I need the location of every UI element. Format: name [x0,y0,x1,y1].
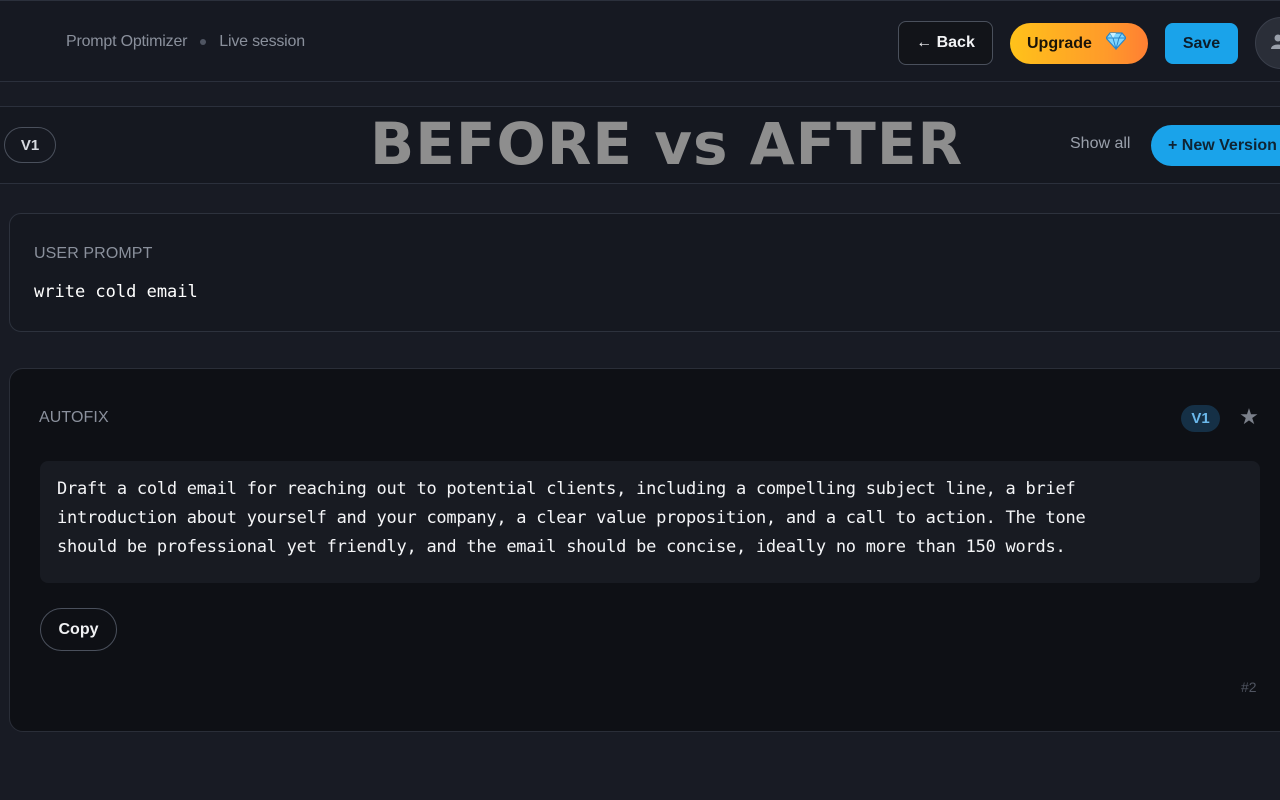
autofix-line-2: introduction about yourself and your com… [57,508,1086,528]
breadcrumb-session: Live session [219,33,305,50]
breadcrumb-separator-dot [200,39,207,45]
autofix-line-1: Draft a cold email for reaching out to p… [57,479,1076,499]
back-button[interactable]: ← Back [898,21,993,65]
upgrade-button-label: Upgrade [1027,34,1092,52]
breadcrumb: Prompt Optimizer Live session [66,33,305,51]
autofix-index: #2 [1241,679,1257,695]
autofix-output: Draft a cold email for reaching out to p… [40,461,1260,583]
star-icon[interactable]: ★ [1238,405,1260,429]
save-button[interactable]: Save [1165,23,1238,64]
new-version-button[interactable]: + New Version [1151,125,1280,166]
user-prompt-label: USER PROMPT [34,245,153,262]
autofix-line-3: should be professional yet friendly, and… [57,537,1066,557]
autofix-card: AUTOFIX V1 ★ Draft a cold email for reac… [9,368,1280,732]
version-pill-v1[interactable]: V1 [4,127,56,163]
back-button-label: ← Back [916,34,975,51]
save-button-label: Save [1182,34,1221,52]
gem-icon [1105,32,1127,55]
user-prompt-text: write cold email [34,282,198,302]
version-pill-label: V1 [20,136,40,154]
user-icon [1270,33,1280,54]
before-after-banner: BEFORE vs AFTER [370,110,964,178]
upgrade-button[interactable]: Upgrade [1010,23,1148,64]
show-all-link[interactable]: Show all [1070,135,1130,153]
version-badge: V1 [1181,405,1220,432]
breadcrumb-app[interactable]: Prompt Optimizer [66,33,187,51]
user-prompt-card: USER PROMPT write cold email [9,213,1280,332]
version-bar: V1 BEFORE vs AFTER Show all + New Versio… [0,106,1280,184]
new-version-button-label: + New Version [1168,136,1277,154]
copy-button[interactable]: Copy [40,608,117,651]
copy-button-label: Copy [58,620,99,638]
autofix-label: AUTOFIX [39,409,109,426]
top-bar: Prompt Optimizer Live session ← Back Upg… [0,0,1280,82]
avatar[interactable] [1255,17,1280,69]
